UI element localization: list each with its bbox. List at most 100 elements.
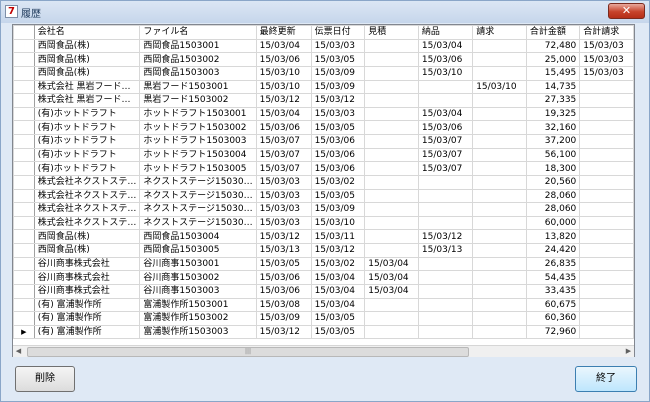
delivery-cell[interactable]: 15/03/07 <box>417 134 474 149</box>
estimate-cell[interactable] <box>364 93 419 108</box>
row-selector[interactable] <box>13 134 35 149</box>
slip-date-cell[interactable]: 15/03/11 <box>310 229 366 244</box>
filename-cell[interactable]: 富浦製作所1503003 <box>139 324 257 340</box>
filename-cell[interactable]: 黒岩フード1503001 <box>139 79 257 95</box>
total-amount-cell[interactable]: 72,960 <box>525 324 581 340</box>
slip-date-cell[interactable]: 15/03/06 <box>310 161 366 176</box>
company-cell[interactable]: 西岡食品(株) <box>33 65 141 81</box>
row-selector[interactable] <box>13 283 35 299</box>
column-header-invoice[interactable]: 請求 <box>472 25 527 40</box>
total-amount-cell[interactable]: 60,000 <box>525 215 581 231</box>
delivery-cell[interactable]: 15/03/10 <box>417 65 474 81</box>
slip-date-cell[interactable]: 15/03/06 <box>310 134 366 149</box>
row-selector[interactable] <box>13 215 35 231</box>
invoice-cell[interactable] <box>472 270 527 285</box>
exit-button[interactable]: 終了 <box>575 366 637 392</box>
estimate-cell[interactable] <box>364 120 419 135</box>
invoice-cell[interactable] <box>472 65 527 81</box>
estimate-cell[interactable]: 15/03/04 <box>364 283 419 299</box>
table-row[interactable]: 株式会社ネクストステ… ネクストステージ15030… 15/03/03 15/03/1… <box>13 215 634 231</box>
company-cell[interactable]: (有)ホットドラフト <box>33 120 141 135</box>
slip-date-cell[interactable]: 15/03/04 <box>310 297 366 313</box>
delivery-cell[interactable]: 15/03/06 <box>417 52 474 67</box>
total-invoice-cell[interactable] <box>579 243 634 258</box>
row-selector[interactable] <box>13 38 35 54</box>
invoice-cell[interactable] <box>472 215 527 231</box>
row-selector[interactable] <box>13 106 35 122</box>
invoice-cell[interactable]: 15/03/10 <box>472 79 527 95</box>
estimate-cell[interactable] <box>364 38 419 54</box>
filename-cell[interactable]: 富浦製作所1503001 <box>139 297 257 313</box>
total-amount-cell[interactable]: 15,495 <box>525 65 581 81</box>
table-row[interactable]: (有) 富浦製作所 富浦製作所1503002 15/03/09 15/03/05 60,… <box>13 311 634 326</box>
total-amount-cell[interactable]: 13,820 <box>525 229 581 244</box>
filename-cell[interactable]: ホットドラフト1503001 <box>139 106 257 122</box>
last-updated-cell[interactable]: 15/03/06 <box>255 52 312 67</box>
total-amount-cell[interactable]: 60,675 <box>525 297 581 313</box>
total-amount-cell[interactable]: 33,435 <box>525 283 581 299</box>
total-amount-cell[interactable]: 18,300 <box>525 161 581 176</box>
estimate-cell[interactable] <box>364 134 419 149</box>
last-updated-cell[interactable]: 15/03/05 <box>255 256 312 272</box>
filename-cell[interactable]: 谷川商事1503003 <box>139 283 257 299</box>
filename-cell[interactable]: 西岡食品1503004 <box>139 229 257 244</box>
invoice-cell[interactable] <box>472 161 527 176</box>
last-updated-cell[interactable]: 15/03/04 <box>255 38 312 54</box>
delivery-cell[interactable]: 15/03/04 <box>417 106 474 122</box>
delivery-cell[interactable] <box>417 297 474 313</box>
total-amount-cell[interactable]: 26,835 <box>525 256 581 272</box>
row-selector[interactable] <box>13 120 35 135</box>
invoice-cell[interactable] <box>472 174 527 190</box>
company-cell[interactable]: (有) 富浦製作所 <box>33 311 141 326</box>
slip-date-cell[interactable]: 15/03/02 <box>310 256 366 272</box>
estimate-cell[interactable] <box>364 188 419 204</box>
slip-date-cell[interactable]: 15/03/12 <box>310 93 366 108</box>
company-cell[interactable]: 株式会社 黒岩フード… <box>33 93 141 108</box>
last-updated-cell[interactable]: 15/03/12 <box>255 93 312 108</box>
filename-cell[interactable]: ホットドラフト1503003 <box>139 134 257 149</box>
delivery-cell[interactable] <box>417 283 474 299</box>
delivery-cell[interactable] <box>417 79 474 95</box>
last-updated-cell[interactable]: 15/03/07 <box>255 147 312 163</box>
delivery-cell[interactable]: 15/03/07 <box>417 147 474 163</box>
scrollbar-thumb[interactable]: ||| <box>27 347 469 357</box>
row-selector[interactable] <box>13 243 35 258</box>
total-invoice-cell[interactable] <box>579 202 634 217</box>
total-invoice-cell[interactable] <box>579 147 634 163</box>
filename-cell[interactable]: 西岡食品1503003 <box>139 65 257 81</box>
invoice-cell[interactable] <box>472 134 527 149</box>
slip-date-cell[interactable]: 15/03/03 <box>310 106 366 122</box>
company-cell[interactable]: (有)ホットドラフト <box>33 161 141 176</box>
total-invoice-cell[interactable] <box>579 93 634 108</box>
table-row[interactable]: 西岡食品(株) 西岡食品1503003 15/03/10 15/03/09 15/03/… <box>13 65 634 81</box>
estimate-cell[interactable] <box>364 79 419 95</box>
filename-cell[interactable]: ネクストステージ15030… <box>139 188 257 204</box>
last-updated-cell[interactable]: 15/03/12 <box>255 324 312 340</box>
row-selector[interactable] <box>13 174 35 190</box>
table-row[interactable]: 谷川商事株式会社 谷川商事1503001 15/03/05 15/03/02 15/03… <box>13 256 634 272</box>
slip-date-cell[interactable]: 15/03/09 <box>310 65 366 81</box>
table-row[interactable]: 西岡食品(株) 西岡食品1503004 15/03/12 15/03/11 15/03/… <box>13 229 634 244</box>
table-row[interactable]: 株式会社ネクストステ… ネクストステージ15030… 15/03/03 15/03/0… <box>13 188 634 204</box>
slip-date-cell[interactable]: 15/03/10 <box>310 215 366 231</box>
invoice-cell[interactable] <box>472 229 527 244</box>
slip-date-cell[interactable]: 15/03/05 <box>310 52 366 67</box>
slip-date-cell[interactable]: 15/03/12 <box>310 243 366 258</box>
total-invoice-cell[interactable] <box>579 229 634 244</box>
row-selector[interactable] <box>13 311 35 326</box>
row-selector[interactable]: ▶ <box>13 324 35 340</box>
estimate-cell[interactable] <box>364 52 419 67</box>
invoice-cell[interactable] <box>472 283 527 299</box>
delete-button[interactable]: 削除 <box>15 366 75 392</box>
company-cell[interactable]: 株式会社ネクストステ… <box>33 215 141 231</box>
table-row[interactable]: (有)ホットドラフト ホットドラフト1503002 15/03/06 15/03/05… <box>13 120 634 135</box>
scroll-left-icon[interactable]: ◀ <box>13 346 24 357</box>
company-cell[interactable]: 谷川商事株式会社 <box>33 256 141 272</box>
estimate-cell[interactable] <box>364 65 419 81</box>
total-invoice-cell[interactable] <box>579 134 634 149</box>
invoice-cell[interactable] <box>472 188 527 204</box>
slip-date-cell[interactable]: 15/03/09 <box>310 202 366 217</box>
slip-date-cell[interactable]: 15/03/03 <box>310 38 366 54</box>
table-row[interactable]: 株式会社ネクストステ… ネクストステージ15030… 15/03/03 15/03/0… <box>13 202 634 217</box>
company-cell[interactable]: 谷川商事株式会社 <box>33 270 141 285</box>
